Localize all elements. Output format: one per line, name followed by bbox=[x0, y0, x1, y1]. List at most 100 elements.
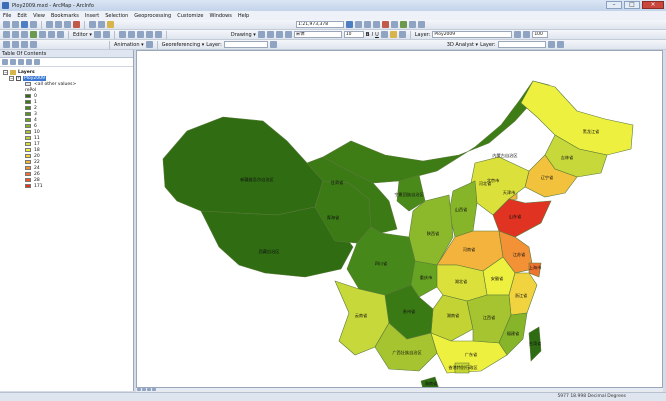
editor-toolbar-icon[interactable] bbox=[346, 21, 353, 28]
zoom-whole-page-icon[interactable] bbox=[21, 41, 28, 48]
animation-icon[interactable] bbox=[145, 41, 153, 48]
layout-icon[interactable] bbox=[3, 41, 10, 48]
legend-item[interactable]: 171 bbox=[25, 183, 130, 189]
font-combo[interactable]: 宋体 bbox=[293, 31, 342, 38]
save-icon[interactable] bbox=[21, 21, 28, 28]
editor-menu[interactable]: Editor ▾ bbox=[73, 32, 92, 38]
window-icon[interactable] bbox=[409, 21, 416, 28]
province-region[interactable] bbox=[520, 80, 634, 156]
legend-label: 20 bbox=[34, 153, 40, 159]
maximize-button[interactable]: □ bbox=[624, 1, 640, 9]
list-by-visibility-icon[interactable] bbox=[18, 59, 24, 65]
select-elements-icon[interactable] bbox=[257, 31, 265, 38]
menu-edit[interactable]: Edit bbox=[17, 13, 27, 19]
province-region[interactable] bbox=[162, 116, 324, 216]
menu-insert[interactable]: Insert bbox=[85, 13, 99, 19]
layer-combo[interactable]: Ploy2009 bbox=[432, 31, 513, 38]
text-tool-icon[interactable] bbox=[284, 31, 292, 38]
minimize-button[interactable]: – bbox=[606, 1, 622, 9]
sketch-icon[interactable] bbox=[102, 31, 110, 38]
layer-name[interactable]: Ploy2009 bbox=[23, 75, 46, 81]
find-icon[interactable] bbox=[136, 31, 144, 38]
new-map-icon[interactable] bbox=[3, 21, 10, 28]
georef-layer-combo[interactable] bbox=[223, 41, 268, 48]
data-view-icon[interactable] bbox=[137, 388, 141, 391]
full-extent-icon[interactable] bbox=[30, 31, 37, 38]
catalog-icon[interactable] bbox=[364, 21, 371, 28]
list-by-drawing-order-icon[interactable] bbox=[2, 59, 8, 65]
back-extent-icon[interactable] bbox=[48, 31, 55, 38]
identify-icon[interactable] bbox=[127, 31, 135, 38]
menu-file[interactable]: File bbox=[3, 13, 11, 19]
3d-analyst-menu[interactable]: 3D Analyst ▾ bbox=[447, 42, 478, 48]
font-size-combo[interactable]: 10 bbox=[343, 31, 364, 38]
search-icon[interactable] bbox=[373, 21, 380, 28]
options-icon[interactable] bbox=[34, 59, 40, 65]
arctoolbox-icon[interactable] bbox=[382, 21, 389, 28]
bold-button[interactable]: B bbox=[366, 32, 370, 38]
interpolate-icon[interactable] bbox=[556, 41, 564, 48]
model-builder-icon[interactable] bbox=[400, 21, 407, 28]
menu-geoprocessing[interactable]: Geoprocessing bbox=[134, 13, 171, 19]
transparency-combo[interactable]: 100 bbox=[532, 31, 549, 38]
effects-icon[interactable] bbox=[514, 31, 522, 38]
help-icon[interactable] bbox=[418, 21, 425, 28]
edit-tool-icon[interactable] bbox=[93, 31, 101, 38]
open-icon[interactable] bbox=[12, 21, 19, 28]
drawing-menu[interactable]: Drawing ▾ bbox=[231, 32, 256, 38]
province-region[interactable] bbox=[430, 294, 474, 342]
grid-icon[interactable] bbox=[12, 41, 19, 48]
print-icon[interactable] bbox=[30, 21, 37, 28]
add-data-icon[interactable] bbox=[107, 21, 114, 28]
list-by-source-icon[interactable] bbox=[10, 59, 16, 65]
3d-layer-combo[interactable] bbox=[497, 41, 546, 48]
page-icon[interactable] bbox=[30, 41, 37, 48]
zoom-out-icon[interactable] bbox=[12, 31, 19, 38]
cut-icon[interactable] bbox=[46, 21, 53, 28]
collapse-icon[interactable]: − bbox=[3, 69, 8, 75]
refresh-icon[interactable] bbox=[147, 388, 151, 391]
georeferencing-menu[interactable]: Georeferencing ▾ bbox=[162, 42, 205, 48]
menu-selection[interactable]: Selection bbox=[105, 13, 128, 19]
undo-icon[interactable] bbox=[89, 21, 96, 28]
toc-window-icon[interactable] bbox=[355, 21, 362, 28]
italic-button[interactable]: I bbox=[372, 32, 373, 38]
line-color-icon[interactable] bbox=[398, 31, 406, 38]
list-by-selection-icon[interactable] bbox=[26, 59, 32, 65]
redo-icon[interactable] bbox=[98, 21, 105, 28]
menu-customize[interactable]: Customize bbox=[177, 13, 203, 19]
select-features-icon[interactable] bbox=[118, 31, 126, 38]
hyperlink-icon[interactable] bbox=[154, 31, 162, 38]
layout-view-icon[interactable] bbox=[142, 388, 146, 391]
copy-icon[interactable] bbox=[55, 21, 62, 28]
rectangle-icon[interactable] bbox=[275, 31, 283, 38]
visibility-checkbox[interactable] bbox=[16, 75, 21, 81]
menu-windows[interactable]: Windows bbox=[209, 13, 231, 19]
menu-view[interactable]: View bbox=[33, 13, 45, 19]
rotate-icon[interactable] bbox=[266, 31, 274, 38]
swipe-icon[interactable] bbox=[523, 31, 531, 38]
zoom-in-icon[interactable] bbox=[3, 31, 10, 38]
menu-help[interactable]: Help bbox=[238, 13, 249, 19]
underline-button[interactable]: U bbox=[375, 32, 379, 38]
fixed-zoom-icon[interactable] bbox=[39, 31, 46, 38]
delete-icon[interactable] bbox=[73, 21, 80, 28]
pan-icon[interactable] bbox=[21, 31, 28, 38]
close-button[interactable]: × bbox=[642, 1, 664, 9]
python-icon[interactable] bbox=[391, 21, 398, 28]
forward-extent-icon[interactable] bbox=[57, 31, 64, 38]
pause-drawing-icon[interactable] bbox=[152, 388, 156, 391]
3d-tool-icon[interactable] bbox=[547, 41, 555, 48]
map-view[interactable]: 新疆维吾尔自治区 西藏自治区 青海省 甘肃省 内蒙古自治区 黑龙江省 吉林省 辽宁省 北京市 天津… bbox=[136, 50, 663, 388]
menu-bookmarks[interactable]: Bookmarks bbox=[51, 13, 79, 19]
animation-menu[interactable]: Animation ▾ bbox=[114, 42, 144, 48]
china-map[interactable]: 新疆维吾尔自治区西藏自治区青海省甘肃省内蒙古自治区黑龙江省吉林省辽宁省北京市天津… bbox=[137, 51, 663, 388]
measure-icon[interactable] bbox=[145, 31, 153, 38]
georef-icon[interactable] bbox=[269, 41, 277, 48]
font-color-icon[interactable] bbox=[380, 31, 388, 38]
scale-combo[interactable]: 1:21,973,378 bbox=[296, 21, 344, 28]
province-label: 陕西省 bbox=[427, 230, 440, 237]
collapse-icon[interactable]: − bbox=[9, 75, 14, 81]
paste-icon[interactable] bbox=[64, 21, 71, 28]
fill-color-icon[interactable] bbox=[389, 31, 397, 38]
